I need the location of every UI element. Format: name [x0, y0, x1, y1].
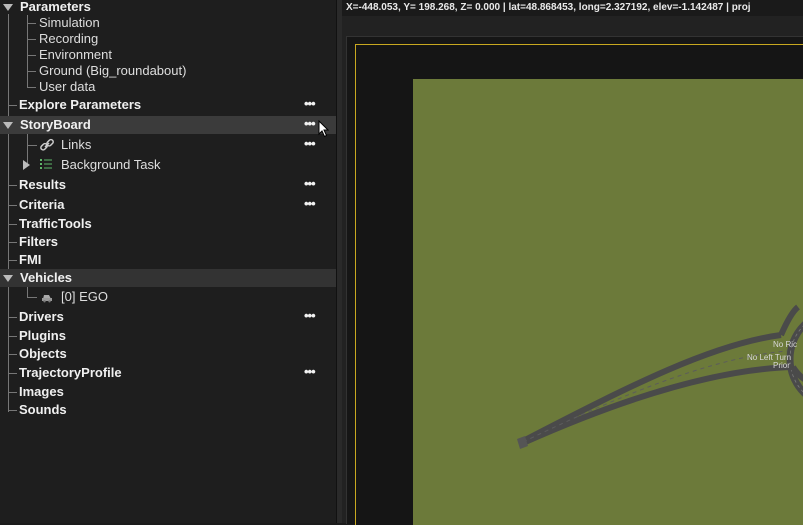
tree-item-drivers[interactable]: Drivers ••• [0, 308, 336, 326]
task-list-icon [40, 159, 52, 169]
tree-item-links[interactable]: Links ••• [0, 136, 336, 154]
tree-item-results[interactable]: Results ••• [0, 176, 336, 194]
tree-item-label: TrafficTools [19, 216, 92, 231]
tree-item-label: Vehicles [20, 270, 73, 285]
tree-item-background-task[interactable]: Background Task [0, 156, 336, 174]
tree-item-label: Sounds [19, 402, 67, 417]
tree-item-traffictools[interactable]: TrafficTools [0, 215, 336, 233]
tree-item-label: Filters [19, 234, 59, 249]
tree-item-label: Links [61, 137, 92, 152]
more-options-icon[interactable]: ••• [304, 137, 322, 150]
tree-item-criteria[interactable]: Criteria ••• [0, 196, 336, 214]
ground-terrain[interactable]: No Ric No Left Turn Prior [413, 79, 803, 525]
tree-item-filters[interactable]: Filters [0, 233, 336, 251]
tree-item-label: Background Task [61, 157, 161, 172]
tree-item-label: StoryBoard [20, 117, 91, 132]
tree-item-label: Explore Parameters [19, 97, 142, 112]
more-options-icon[interactable]: ••• [304, 177, 322, 190]
tree-item-label: [0] EGO [61, 289, 108, 304]
expand-arrow-icon[interactable] [3, 4, 13, 11]
expand-arrow-icon[interactable] [3, 275, 13, 282]
more-options-icon[interactable]: ••• [304, 197, 322, 210]
car-icon [42, 295, 52, 303]
scene-view-frame: No Ric No Left Turn Prior [346, 36, 803, 525]
road-sign-label: No Ric [773, 340, 797, 349]
tree-item-label: TrajectoryProfile [19, 365, 122, 380]
more-options-icon[interactable]: ••• [304, 309, 322, 322]
tree-item-objects[interactable]: Objects [0, 345, 336, 363]
tree-item-label: Results [19, 177, 66, 192]
tree-item-storyboard[interactable]: StoryBoard ••• [0, 116, 336, 138]
3d-viewport[interactable]: X=-448.053, Y= 198.268, Z= 0.000 | lat=4… [342, 0, 803, 525]
tree-item-label: Drivers [19, 309, 64, 324]
tree-item-vehicles[interactable]: Vehicles [0, 269, 336, 287]
scenario-tree-panel: Parameters Simulation Recording Environm… [0, 0, 336, 523]
expand-arrow-icon[interactable] [23, 160, 30, 170]
road-sign-label: Prior [773, 361, 790, 370]
tree-item-label: Criteria [19, 197, 65, 212]
more-options-icon[interactable]: ••• [304, 97, 322, 110]
road-network[interactable]: No Ric No Left Turn Prior [413, 79, 803, 525]
expand-arrow-icon[interactable] [3, 122, 13, 129]
tree-item-ego[interactable]: [0] EGO [0, 288, 336, 306]
more-options-icon[interactable]: ••• [304, 365, 322, 378]
tree-item-label: Plugins [19, 328, 66, 343]
tree-item-label: FMI [19, 252, 42, 267]
tree-item-explore-parameters[interactable]: Explore Parameters ••• [0, 96, 336, 114]
coordinates-readout: X=-448.053, Y= 198.268, Z= 0.000 | lat=4… [342, 0, 803, 16]
tree-item-plugins[interactable]: Plugins [0, 327, 336, 345]
tree-item-label: Images [19, 384, 64, 399]
tree-item-fmi[interactable]: FMI [0, 251, 336, 269]
link-icon [40, 138, 54, 151]
tree-item-label: User data [39, 79, 96, 94]
tree-item-label: Objects [19, 346, 67, 361]
tree-item-images[interactable]: Images [0, 383, 336, 401]
scene-bounds: No Ric No Left Turn Prior [355, 44, 803, 525]
tree-item-sounds[interactable]: Sounds [0, 401, 336, 419]
tree-item-trajectory-profile[interactable]: TrajectoryProfile ••• [0, 364, 336, 382]
tree-item-user-data[interactable]: User data [0, 78, 336, 96]
